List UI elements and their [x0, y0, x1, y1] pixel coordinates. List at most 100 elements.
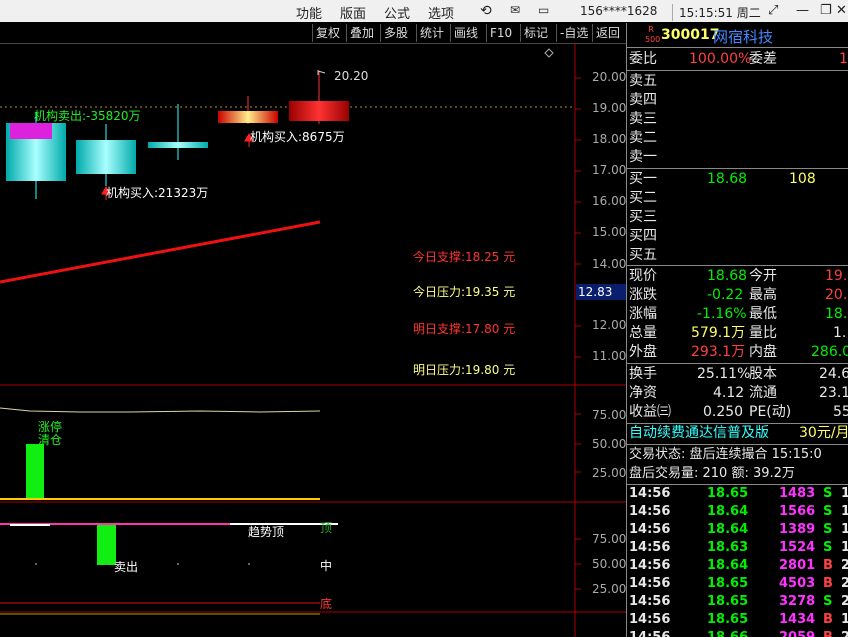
- menu-formula[interactable]: 公式: [384, 3, 410, 22]
- tick-time: 14:56: [629, 486, 671, 501]
- tick-volume: 1483: [779, 486, 816, 501]
- close-icon[interactable]: ✕: [836, 3, 847, 18]
- trend-top-label: 趋势顶: [248, 525, 285, 539]
- tick-row: 14:56 18.65 4503 B 2: [627, 575, 848, 593]
- tick-side: S: [823, 540, 833, 555]
- pressure-today-label: 今日压力:19.35 元: [413, 285, 516, 299]
- back-button[interactable]: 返回: [592, 24, 623, 42]
- after-hours-volume: 盘后交易量: 210 额: 39.2万: [629, 466, 795, 481]
- restore-icon[interactable]: ❐: [820, 3, 832, 18]
- stat-label: 收益㈢: [629, 404, 671, 420]
- stat-label: 净资: [629, 385, 657, 401]
- tick-count: 2: [841, 558, 848, 573]
- tick-side: S: [823, 522, 833, 537]
- stat-label: 流通: [749, 385, 777, 401]
- price-tick: 15.00: [592, 225, 627, 239]
- tick-time: 14:56: [629, 576, 671, 591]
- f10-button[interactable]: F10: [486, 24, 515, 42]
- price-tick: 17.00: [592, 163, 627, 177]
- sell-label: 卖出: [114, 560, 139, 574]
- tick-price: 18.65: [707, 576, 749, 591]
- tick-price: 18.64: [707, 558, 749, 573]
- tick-count: 1: [841, 486, 848, 501]
- trade-state: 交易状态: 盘后连续撮合 15:15:0: [629, 447, 822, 462]
- tick-count: 1: [841, 540, 848, 555]
- menu-layout[interactable]: 版面: [340, 3, 366, 22]
- promo-price[interactable]: 30元/月: [799, 424, 848, 443]
- stat-value: -0.22: [707, 287, 744, 303]
- candle-4: [218, 96, 278, 124]
- weibi-value: 100.00%: [689, 51, 752, 67]
- stat-value: 293.1万: [691, 344, 746, 360]
- chart-toolbar: 复权 叠加 多股 统计 画线 F10 标记 -自选 返回: [0, 23, 626, 44]
- tick-row: 14:56 18.65 1434 B 1: [627, 611, 848, 629]
- candle-2: [76, 124, 136, 186]
- stat-label: 总量: [629, 325, 657, 341]
- tick-count: 2: [841, 594, 848, 609]
- menu-options[interactable]: 选项: [428, 3, 454, 22]
- tick-time: 14:56: [629, 558, 671, 573]
- weicha-label: 委差: [749, 51, 777, 67]
- stat-value: -1.16%: [697, 306, 747, 322]
- ask-1-label: 卖一: [629, 149, 657, 165]
- stat-value: 20.: [825, 287, 848, 303]
- stat-label: 最低: [749, 306, 777, 322]
- tick-volume: 1434: [779, 612, 816, 627]
- tick-time: 14:56: [629, 612, 671, 627]
- tick-volume: 2059: [779, 629, 815, 637]
- stat-label: 涨跌: [629, 287, 657, 303]
- stat-label: 股本: [749, 366, 777, 382]
- stats-button[interactable]: 统计: [416, 24, 447, 42]
- account-label[interactable]: 156****1628: [580, 4, 657, 18]
- candle-1: [6, 112, 66, 199]
- stock-name[interactable]: 网宿科技: [713, 26, 773, 47]
- draw-line-button[interactable]: 画线: [450, 24, 481, 42]
- tick-count: 1: [841, 612, 848, 627]
- cursor-price-label: 12.83: [576, 284, 628, 300]
- tick-time: 14:56: [629, 522, 671, 537]
- expand-icon[interactable]: ⤢: [768, 3, 778, 18]
- promo-banner[interactable]: 自动续费通达信普及版: [629, 424, 769, 443]
- tick-side: S: [823, 486, 833, 501]
- tick-time: 14:56: [629, 594, 671, 609]
- tick-row: 14:56 18.64 2801 B 2: [627, 557, 848, 575]
- refresh-icon[interactable]: ⟲: [480, 3, 492, 19]
- stock-code: 300017: [661, 27, 720, 43]
- tick-price: 18.66: [707, 629, 748, 637]
- tick-list[interactable]: 14:56 18.65 1483 S 1 14:56 18.64 1566 S 1 14:56 18.…: [627, 485, 848, 637]
- stat-label: 外盘: [629, 344, 657, 360]
- tick-row: 14:56 18.63 1524 S 1: [627, 539, 848, 557]
- top-label: 顶: [320, 521, 333, 535]
- multi-stock-button[interactable]: 多股: [380, 24, 411, 42]
- mid-label: 中: [320, 559, 333, 573]
- tick-side: S: [823, 594, 833, 609]
- stat-label: PE(动): [749, 404, 792, 420]
- tick-count: 1: [841, 522, 848, 537]
- market-badge: R 500: [645, 25, 661, 44]
- bid-5-label: 买五: [629, 247, 657, 263]
- candle-3: [148, 104, 208, 160]
- stat-value: 286.0: [811, 344, 848, 360]
- bid-2-label: 买二: [629, 190, 657, 206]
- restore-rights-button[interactable]: 复权: [312, 24, 343, 42]
- pressure-tomorrow-label: 明日压力:19.80 元: [413, 363, 516, 377]
- inst-sell-label: 机构卖出:-35820万: [34, 109, 141, 123]
- ask-4-label: 卖四: [629, 92, 657, 108]
- overlay-button[interactable]: 叠加: [346, 24, 377, 42]
- support-today-label: 今日支撑:18.25 元: [413, 250, 516, 264]
- lock-icon[interactable]: ▭: [538, 3, 549, 17]
- tick-side: B: [823, 558, 833, 573]
- ask-2-label: 卖二: [629, 130, 657, 146]
- tick-volume: 3278: [779, 594, 816, 609]
- stat-value: 23.1: [819, 385, 848, 401]
- minimize-icon[interactable]: —: [796, 3, 809, 18]
- tick-side: S: [823, 504, 833, 519]
- menu-function[interactable]: 功能: [296, 3, 322, 22]
- stat-value: 0.250: [703, 404, 744, 420]
- mail-icon[interactable]: ✉: [510, 3, 520, 17]
- tick-count: 1: [841, 504, 848, 519]
- price-tick: 18.00: [592, 132, 627, 146]
- remove-watchlist-button[interactable]: -自选: [556, 24, 591, 42]
- tick-row: 14:56 18.66 2059 B2: [627, 629, 848, 637]
- mark-button[interactable]: 标记: [520, 24, 551, 42]
